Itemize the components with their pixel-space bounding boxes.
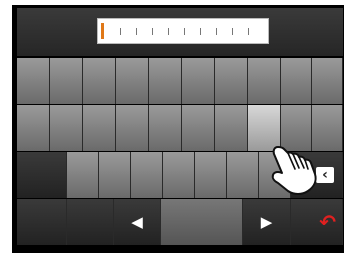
cursor-right-key[interactable]: ▶ <box>243 199 291 245</box>
skip-forward-icon: ▶ <box>260 213 273 231</box>
key[interactable] <box>116 105 149 151</box>
text-input[interactable] <box>97 18 269 44</box>
key[interactable] <box>163 152 195 198</box>
key[interactable] <box>215 105 248 151</box>
on-screen-keyboard: ‹ ◀ ▶ ↶ <box>12 5 344 253</box>
key[interactable] <box>281 58 312 104</box>
skip-back-icon: ◀ <box>131 213 143 231</box>
position-tick <box>168 28 169 35</box>
key[interactable] <box>195 152 227 198</box>
key[interactable] <box>17 199 67 245</box>
key[interactable] <box>227 152 259 198</box>
key[interactable] <box>17 105 50 151</box>
key[interactable] <box>50 105 83 151</box>
position-tick <box>136 28 137 35</box>
position-tick <box>120 28 121 35</box>
key[interactable] <box>50 58 83 104</box>
space-key[interactable] <box>161 199 243 245</box>
key[interactable] <box>83 105 116 151</box>
key[interactable] <box>67 199 114 245</box>
key[interactable] <box>67 152 99 198</box>
cursor-left-key[interactable]: ◀ <box>114 199 161 245</box>
position-tick <box>152 28 153 35</box>
position-tick <box>200 28 201 35</box>
key[interactable] <box>17 58 50 104</box>
position-tick <box>216 28 217 35</box>
input-bar <box>17 8 343 56</box>
shift-key[interactable] <box>17 152 67 198</box>
key[interactable] <box>149 58 182 104</box>
key[interactable] <box>182 58 215 104</box>
key[interactable] <box>99 152 131 198</box>
key[interactable] <box>312 58 343 104</box>
key[interactable] <box>248 58 281 104</box>
key[interactable] <box>182 105 215 151</box>
key[interactable] <box>116 58 149 104</box>
key[interactable] <box>131 152 163 198</box>
text-cursor <box>101 23 104 39</box>
key[interactable] <box>215 58 248 104</box>
pointing-hand-icon <box>271 146 317 195</box>
position-tick <box>184 28 185 35</box>
position-tick <box>232 28 233 35</box>
undo-key[interactable]: ↶ <box>291 199 343 245</box>
key[interactable] <box>149 105 182 151</box>
position-tick <box>248 28 249 35</box>
key[interactable] <box>83 58 116 104</box>
undo-icon: ↶ <box>319 210 336 234</box>
